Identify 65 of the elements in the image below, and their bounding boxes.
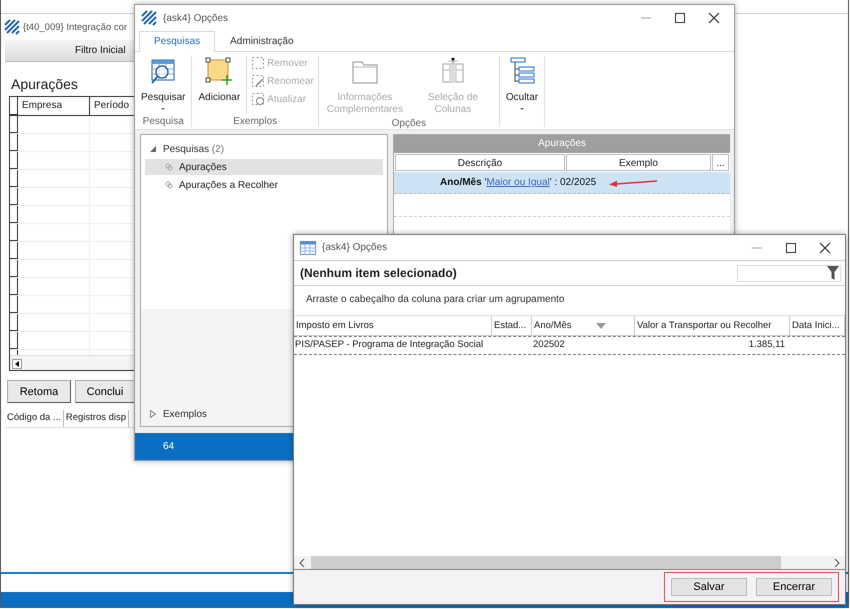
maximize-icon[interactable]	[785, 242, 797, 254]
column-header[interactable]: Ano/Mês	[532, 316, 635, 335]
ribbon-button[interactable]: Pesquisar	[139, 56, 188, 114]
link-icon	[165, 181, 173, 189]
filter-bar[interactable]: Filtro Inicial	[5, 40, 134, 62]
link-icon	[165, 163, 173, 171]
scroll-left-icon	[12, 359, 22, 369]
column-header[interactable]: ...	[712, 154, 729, 171]
search-field[interactable]	[737, 264, 841, 282]
column-header[interactable]: Código da ...	[5, 410, 64, 427]
dialog-button[interactable]: Salvar	[671, 578, 747, 596]
caret-icon	[518, 107, 525, 111]
scroll-right-icon	[834, 558, 840, 568]
ribbon-tab[interactable]: Pesquisas	[139, 31, 216, 52]
action-button[interactable]: Conclui	[75, 380, 135, 403]
grid-title: Apurações	[394, 135, 730, 153]
ribbon-tab[interactable]: Administração	[215, 31, 308, 51]
dialog-button[interactable]: Encerrar	[756, 578, 832, 596]
filter-icon	[827, 266, 839, 280]
column-header[interactable]: Imposto em Livros	[294, 316, 492, 335]
collapsed-triangle-icon[interactable]	[149, 410, 157, 418]
tree-item[interactable]: Apurações a Recolher	[145, 177, 383, 193]
ribbon-button[interactable]: Adicionar	[196, 56, 242, 114]
horizontal-scrollbar[interactable]	[10, 355, 135, 370]
group-hint: Arraste o cabeçalho da coluna para criar um agrupamento	[294, 286, 845, 316]
column-header[interactable]: Valor a Transportar ou Recolher	[635, 316, 790, 335]
column-header[interactable]: Exemplo	[566, 154, 711, 171]
section-heading: Apurações	[11, 76, 78, 92]
add-square-icon	[204, 56, 234, 86]
maximize-icon[interactable]	[674, 12, 686, 24]
app-logo-icon	[4, 19, 20, 35]
tree-item[interactable]: Exemplos	[163, 408, 207, 420]
selection-status: (Nenhum item selecionado)	[300, 266, 457, 280]
scroll-left-icon	[299, 558, 305, 568]
ribbon-button[interactable]: Ocultar	[504, 56, 540, 127]
pencil-square-icon	[251, 74, 266, 88]
window-title: {t40_009} Integração cor	[23, 22, 128, 32]
table-cell-text: PIS/PASEP - Programa de Integração Social	[294, 338, 484, 352]
sort-arrow-icon	[596, 322, 606, 328]
window-title: {ask4} Opções	[163, 12, 228, 24]
table-cell-text: 1.385,11	[748, 338, 786, 352]
operator-link[interactable]: Maior ou Igual	[486, 177, 550, 188]
group-label: Pesquisa	[142, 115, 185, 127]
table-icon	[300, 240, 316, 254]
filter-expression: Ano/Mês 'Maior ou Igual' : 02/2025	[440, 177, 596, 188]
column-header[interactable]: Registros disp	[64, 410, 130, 427]
dashed-square-icon	[251, 56, 266, 70]
tree-item[interactable]: Apurações	[145, 159, 383, 175]
group-label: Opções	[390, 117, 428, 129]
column-header[interactable]: Descrição	[395, 154, 565, 171]
refresh-square-icon	[251, 92, 266, 106]
caret-icon	[160, 107, 166, 111]
column-header[interactable]: Estad...	[492, 316, 532, 335]
expanded-triangle-icon[interactable]	[149, 145, 157, 153]
table-cell-text: 202502	[532, 338, 566, 352]
column-header[interactable]: Data Inici...	[790, 316, 845, 335]
grid-row[interactable]: Ano/Mês 'Maior ou Igual' : 02/2025	[394, 172, 730, 194]
window-title: {ask4} Opções	[322, 242, 388, 253]
group-label: Exemplos	[232, 115, 278, 127]
column-header[interactable]: Empresa	[18, 97, 90, 115]
app-logo-icon	[141, 10, 157, 26]
action-button[interactable]: Retoma	[7, 380, 71, 403]
tree-item[interactable]: Pesquisas (2)	[163, 144, 224, 154]
close-icon[interactable]	[819, 242, 831, 254]
close-icon[interactable]	[708, 12, 720, 24]
